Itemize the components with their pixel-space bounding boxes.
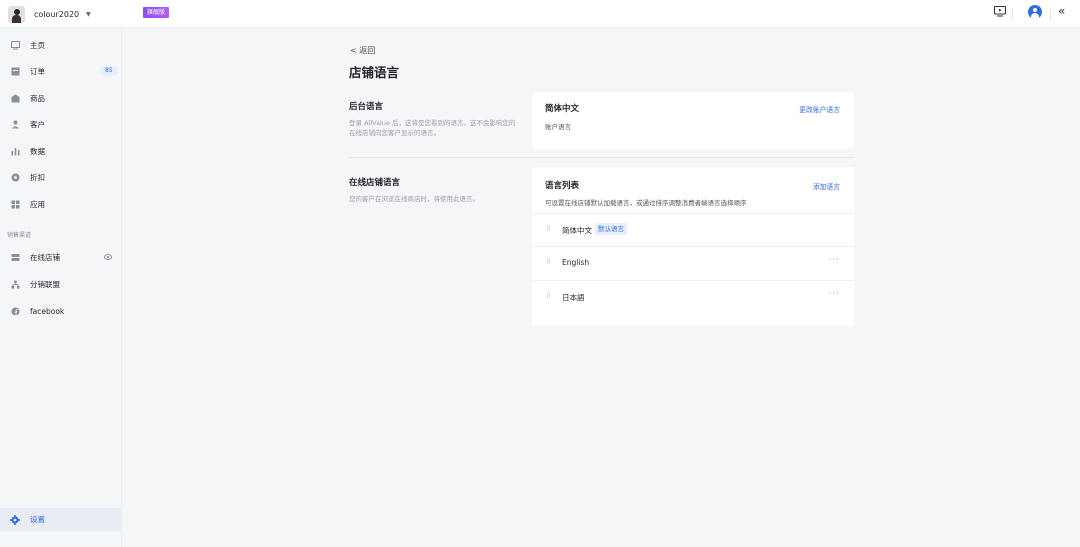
product-icon bbox=[11, 94, 20, 102]
page-title: 店铺语言 bbox=[349, 65, 400, 80]
collapse-icon[interactable]: « bbox=[1058, 4, 1065, 18]
sidebar-item-analytics[interactable]: 数据 bbox=[0, 141, 121, 161]
add-language-link[interactable]: 添加语言 bbox=[813, 181, 840, 191]
chart-icon bbox=[11, 147, 20, 155]
sidebar-item-customers[interactable]: 客户 bbox=[0, 114, 121, 134]
sidebar-item-settings[interactable]: 设置 bbox=[0, 508, 121, 531]
sidebar-item-products[interactable]: 商品 bbox=[0, 88, 121, 108]
language-row[interactable]: ⠿ English ··· bbox=[532, 246, 854, 279]
account-language-label: 账户语言 bbox=[545, 123, 571, 131]
sidebar: 主页 订单 85 商品 客户 数据 折扣 应用 销售渠道 在线店铺 分销联盟 f… bbox=[0, 29, 122, 547]
affiliate-icon bbox=[11, 280, 20, 289]
sidebar-item-label: 主页 bbox=[30, 40, 45, 50]
back-link[interactable]: < 返回 bbox=[350, 45, 375, 56]
store-language-description: 您的客户在浏览在线商店时，将使用此语言。 bbox=[349, 195, 479, 203]
sidebar-item-label: 订单 bbox=[30, 66, 45, 76]
order-count-badge: 85 bbox=[100, 66, 118, 76]
sales-channels-label: 销售渠道 bbox=[7, 232, 32, 239]
account-language-value: 简体中文 bbox=[545, 104, 580, 114]
sidebar-item-orders[interactable]: 订单 85 bbox=[0, 61, 121, 81]
home-icon bbox=[11, 40, 20, 49]
account-language-card: 简体中文 账户语言 更改账户语言 bbox=[532, 92, 854, 149]
discount-icon bbox=[11, 173, 20, 181]
sidebar-item-label: facebook bbox=[30, 306, 65, 316]
plan-badge: 旗舰版 bbox=[143, 7, 170, 18]
store-name: colour2020 bbox=[34, 9, 80, 19]
sidebar-item-online-store[interactable]: 在线店铺 bbox=[0, 247, 121, 267]
language-name: 日本語 bbox=[562, 293, 585, 302]
default-language-tag: 默认语言 bbox=[595, 223, 627, 235]
sidebar-item-label: 应用 bbox=[30, 199, 45, 209]
language-row[interactable]: ⠿ 日本語 ··· bbox=[532, 280, 854, 313]
user-avatar-icon[interactable] bbox=[1028, 5, 1042, 19]
sidebar-item-label: 数据 bbox=[30, 146, 45, 156]
sidebar-item-label: 在线店铺 bbox=[30, 252, 60, 262]
more-options-icon[interactable]: ··· bbox=[828, 289, 840, 299]
language-list-subtitle: 可设置在线店铺默认加载语言，或通过排序调整消费者端语言选择顺序 bbox=[545, 199, 747, 207]
drag-handle-icon[interactable]: ⠿ bbox=[546, 292, 551, 300]
drag-handle-icon[interactable]: ⠿ bbox=[546, 258, 551, 266]
sidebar-item-facebook[interactable]: facebook bbox=[0, 301, 121, 321]
store-switcher[interactable]: colour2020 ▼ bbox=[8, 4, 91, 24]
eye-icon[interactable] bbox=[104, 254, 112, 260]
store-avatar bbox=[8, 5, 25, 23]
drag-handle-icon[interactable]: ⠿ bbox=[546, 225, 551, 233]
top-bar: colour2020 ▼ 旗舰版 « bbox=[0, 0, 1080, 28]
customer-icon bbox=[12, 120, 19, 128]
monitor-icon[interactable] bbox=[994, 6, 1006, 17]
sidebar-item-affiliate[interactable]: 分销联盟 bbox=[0, 274, 121, 294]
apps-icon bbox=[11, 200, 20, 208]
gear-icon bbox=[10, 514, 20, 525]
section-divider bbox=[349, 157, 854, 158]
language-list-card: 语言列表 可设置在线店铺默认加载语言，或通过排序调整消费者端语言选择顺序 添加语… bbox=[532, 167, 854, 326]
chevron-down-icon: ▼ bbox=[86, 10, 91, 18]
sidebar-item-apps[interactable]: 应用 bbox=[0, 194, 121, 214]
language-list-title: 语言列表 bbox=[545, 181, 580, 191]
sidebar-item-label: 折扣 bbox=[30, 172, 45, 182]
admin-language-heading: 后台语言 bbox=[349, 102, 384, 112]
order-icon bbox=[11, 67, 20, 75]
store-icon bbox=[11, 253, 20, 261]
facebook-icon bbox=[11, 307, 20, 315]
sidebar-item-home[interactable]: 主页 bbox=[0, 35, 121, 55]
language-row[interactable]: ⠿ 简体中文 默认语言 bbox=[532, 213, 854, 246]
sidebar-item-label: 客户 bbox=[30, 119, 45, 129]
sidebar-item-discounts[interactable]: 折扣 bbox=[0, 167, 121, 187]
admin-language-description: 登录 AllValue 后，这将是您看到的语言。这不会影响您的在线店铺向您客户显… bbox=[349, 119, 516, 137]
language-name: English bbox=[562, 258, 590, 267]
change-account-language-link[interactable]: 更改账户语言 bbox=[799, 104, 840, 114]
more-options-icon[interactable]: ··· bbox=[828, 255, 840, 265]
language-name: 简体中文 bbox=[562, 226, 592, 235]
sidebar-item-label: 商品 bbox=[30, 93, 45, 103]
sidebar-item-label: 分销联盟 bbox=[30, 279, 60, 289]
sidebar-item-label: 设置 bbox=[30, 515, 45, 524]
store-language-heading: 在线店铺语言 bbox=[349, 178, 401, 188]
